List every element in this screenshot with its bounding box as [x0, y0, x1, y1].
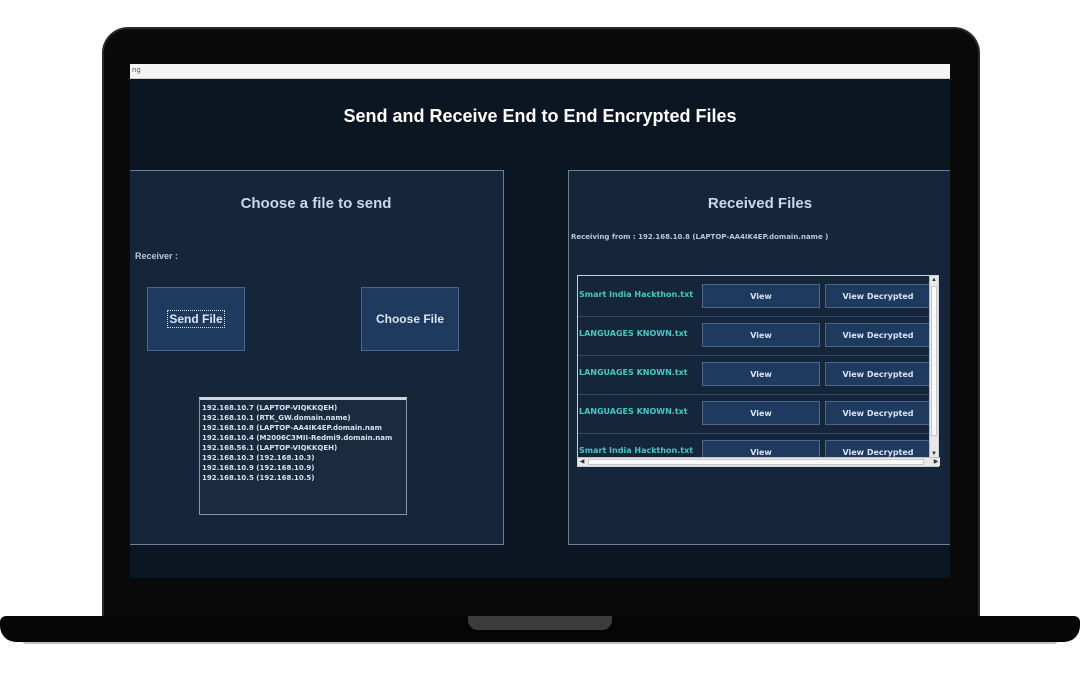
view-button[interactable]: View — [702, 362, 820, 386]
window-icon: ng — [132, 66, 141, 74]
received-panel-title: Received Files — [707, 195, 813, 212]
send-file-button[interactable]: Send File — [147, 287, 245, 351]
receiver-list-item[interactable]: 192.168.10.1 (RTK_GW.domain.name) — [202, 413, 404, 423]
receiver-list-item[interactable]: 192.168.10.3 (192.168.10.3) — [202, 453, 404, 463]
view-decrypted-button[interactable]: View Decrypted — [825, 440, 930, 458]
vertical-scrollbar[interactable]: ▲ ▼ — [929, 276, 938, 458]
send-panel: Choose a file to send Receiver : Send Fi… — [130, 170, 504, 545]
receiver-list-item[interactable]: 192.168.10.9 (192.168.10.9) — [202, 463, 404, 473]
window-titlebar: ng — [130, 64, 950, 79]
view-button[interactable]: View — [702, 440, 820, 458]
file-name: LANGUAGES KNOWN.txt — [579, 329, 688, 338]
receiver-list-item[interactable]: 192.168.10.7 (LAPTOP-VIQKKQEH) — [202, 403, 404, 413]
app-screen: ng Send and Receive End to End Encrypted… — [130, 64, 950, 578]
receiver-list-item[interactable]: 192.168.10.8 (LAPTOP-AA4IK4EP.domain.nam — [202, 423, 404, 433]
file-row: LANGUAGES KNOWN.txt View View Decrypted — [578, 356, 931, 395]
file-row: LANGUAGES KNOWN.txt View View Decrypted — [578, 317, 931, 356]
receiver-list-item[interactable]: 192.168.10.4 (M2006C3MII-Redmi9.domain.n… — [202, 433, 404, 443]
received-panel: Received Files Receiving from : 192.168.… — [568, 170, 950, 545]
horizontal-scrollbar[interactable]: ◀ ▶ — [578, 457, 940, 466]
scroll-left-icon[interactable]: ◀ — [578, 458, 586, 466]
file-row: Smart India Hackthon.txt View View Decry… — [578, 278, 931, 317]
view-button[interactable]: View — [702, 323, 820, 347]
view-decrypted-button[interactable]: View Decrypted — [825, 362, 931, 386]
send-panel-title: Choose a file to send — [240, 195, 392, 212]
view-decrypted-button[interactable]: View Decrypted — [825, 401, 931, 425]
view-decrypted-button[interactable]: View Decrypted — [825, 284, 931, 308]
scroll-up-icon[interactable]: ▲ — [930, 276, 938, 284]
receiver-list-item[interactable]: 192.168.56.1 (LAPTOP-VIQKKQEH) — [202, 443, 404, 453]
receiver-list-item[interactable]: 192.168.10.5 (192.168.10.5) — [202, 473, 404, 483]
file-name: Smart India Hackthon.txt — [579, 290, 694, 299]
receiving-from-label: Receiving from : 192.168.10.8 (LAPTOP-AA… — [571, 233, 829, 241]
choose-file-button[interactable]: Choose File — [361, 287, 459, 351]
file-name: LANGUAGES KNOWN.txt — [579, 368, 688, 377]
received-files-list: Smart India Hackthon.txt View View Decry… — [577, 275, 940, 467]
horizontal-scroll-thumb[interactable] — [588, 459, 924, 465]
file-row: Smart India Hackthon.txt View View Decry… — [578, 434, 930, 458]
view-decrypted-button[interactable]: View Decrypted — [825, 323, 931, 347]
view-button[interactable]: View — [702, 401, 820, 425]
vertical-scroll-thumb[interactable] — [931, 286, 937, 436]
receiver-label: Receiver : — [135, 251, 179, 261]
file-name: Smart India Hackthon.txt — [579, 446, 694, 455]
receiver-list[interactable]: 192.168.10.7 (LAPTOP-VIQKKQEH) 192.168.1… — [199, 397, 407, 515]
file-name: LANGUAGES KNOWN.txt — [579, 407, 688, 416]
view-button[interactable]: View — [702, 284, 820, 308]
send-file-label: Send File — [167, 310, 225, 328]
laptop-notch — [468, 616, 612, 630]
file-row: LANGUAGES KNOWN.txt View View Decrypted — [578, 395, 931, 434]
choose-file-label: Choose File — [375, 312, 444, 326]
page-title: Send and Receive End to End Encrypted Fi… — [343, 106, 737, 126]
scroll-right-icon[interactable]: ▶ — [932, 458, 940, 466]
